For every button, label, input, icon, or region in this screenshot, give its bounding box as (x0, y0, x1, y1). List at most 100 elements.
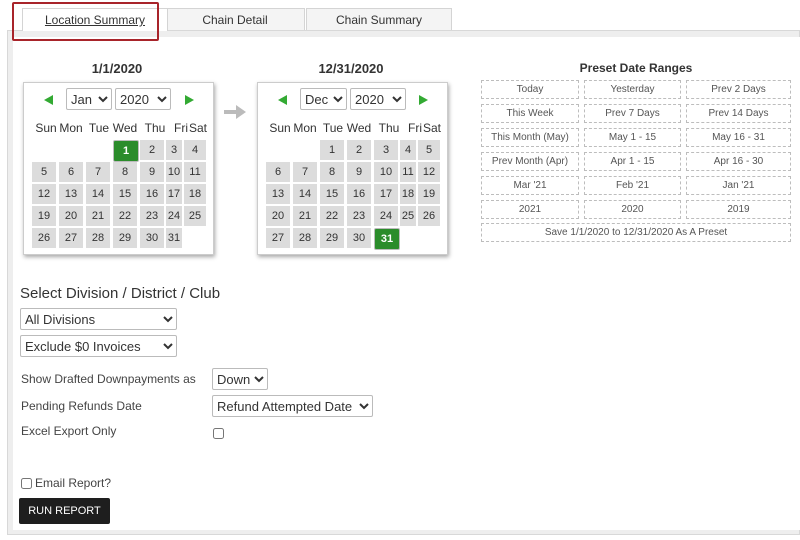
preset-button[interactable]: Mar '21 (481, 176, 579, 195)
run-report-button[interactable]: RUN REPORT (19, 498, 110, 524)
calendar-day[interactable]: 17 (374, 184, 398, 204)
calendar-day[interactable]: 15 (113, 184, 137, 204)
tab-location-summary[interactable]: Location Summary (22, 8, 168, 31)
preset-button[interactable]: Today (481, 80, 579, 99)
calendar-day[interactable]: 30 (347, 228, 371, 248)
calendar-day[interactable]: 9 (347, 162, 371, 182)
refunds-date-select[interactable]: Refund Attempted Date (212, 395, 373, 417)
calendar-day[interactable]: 14 (86, 184, 110, 204)
next-month-icon[interactable] (184, 95, 194, 105)
preset-button[interactable]: Apr 1 - 15 (584, 152, 681, 171)
calendar-day[interactable]: 20 (59, 206, 83, 226)
preset-button[interactable]: Prev 7 Days (584, 104, 681, 123)
calendar-day[interactable]: 21 (293, 206, 317, 226)
calendar-day[interactable]: 2 (347, 140, 371, 160)
start-month-select[interactable]: Jan (66, 88, 112, 110)
division-select[interactable]: All Divisions (20, 308, 177, 330)
downpayments-select[interactable]: Down (212, 368, 268, 390)
calendar-day[interactable]: 30 (140, 228, 164, 248)
preset-button[interactable]: This Month (May) (481, 128, 579, 147)
calendar-day[interactable]: 18 (400, 184, 416, 204)
calendar-day[interactable]: 14 (293, 184, 317, 204)
calendar-day[interactable]: 15 (320, 184, 344, 204)
preset-button[interactable]: Feb '21 (584, 176, 681, 195)
calendar-day[interactable]: 19 (32, 206, 56, 226)
calendar-day[interactable]: 27 (59, 228, 83, 248)
preset-button[interactable]: 2019 (686, 200, 791, 219)
next-month-icon[interactable] (418, 95, 428, 105)
calendar-day[interactable]: 6 (59, 162, 83, 182)
preset-button[interactable]: May 1 - 15 (584, 128, 681, 147)
calendar-day[interactable]: 13 (59, 184, 83, 204)
calendar-day[interactable]: 16 (347, 184, 371, 204)
calendar-day[interactable]: 3 (374, 140, 398, 160)
calendar-day[interactable]: 8 (320, 162, 344, 182)
calendar-day[interactable]: 1 (320, 140, 344, 160)
end-year-select[interactable]: 2020 (350, 88, 406, 110)
calendar-day[interactable]: 4 (400, 140, 416, 160)
calendar-day[interactable]: 20 (266, 206, 290, 226)
calendar-day[interactable]: 1 (113, 140, 139, 162)
calendar-day[interactable]: 23 (347, 206, 371, 226)
calendar-day[interactable]: 10 (166, 162, 182, 182)
preset-button[interactable]: Jan '21 (686, 176, 791, 195)
calendar-day[interactable]: 31 (166, 228, 182, 248)
preset-button[interactable]: Prev 14 Days (686, 104, 791, 123)
preset-button[interactable]: Prev 2 Days (686, 80, 791, 99)
prev-month-icon[interactable] (278, 95, 288, 105)
calendar-day[interactable]: 5 (32, 162, 56, 182)
calendar-day[interactable]: 28 (293, 228, 317, 248)
tab-chain-summary[interactable]: Chain Summary (306, 8, 452, 31)
calendar-day[interactable]: 12 (418, 162, 440, 182)
calendar-day[interactable]: 13 (266, 184, 290, 204)
preset-button[interactable]: 2021 (481, 200, 579, 219)
calendar-day[interactable]: 17 (166, 184, 182, 204)
calendar-day[interactable]: 26 (32, 228, 56, 248)
calendar-day[interactable]: 7 (293, 162, 317, 182)
calendar-day[interactable]: 16 (140, 184, 164, 204)
preset-button[interactable]: This Week (481, 104, 579, 123)
calendar-day[interactable]: 27 (266, 228, 290, 248)
preset-button[interactable]: Prev Month (Apr) (481, 152, 579, 171)
calendar-day[interactable]: 19 (418, 184, 440, 204)
start-year-select[interactable]: 2020 (115, 88, 171, 110)
save-preset-button[interactable]: Save 1/1/2020 to 12/31/2020 As A Preset (481, 223, 791, 242)
calendar-day[interactable]: 5 (418, 140, 440, 160)
calendar-day[interactable]: 4 (184, 140, 206, 160)
calendar-day[interactable]: 31 (374, 228, 400, 250)
preset-button[interactable]: Apr 16 - 30 (686, 152, 791, 171)
calendar-day[interactable]: 24 (166, 206, 182, 226)
calendar-day[interactable]: 26 (418, 206, 440, 226)
invoice-filter-select[interactable]: Exclude $0 Invoices (20, 335, 177, 357)
calendar-day[interactable]: 8 (113, 162, 137, 182)
preset-button[interactable]: May 16 - 31 (686, 128, 791, 147)
preset-button[interactable]: Yesterday (584, 80, 681, 99)
calendar-day[interactable]: 21 (86, 206, 110, 226)
prev-month-icon[interactable] (44, 95, 54, 105)
calendar-day[interactable]: 22 (113, 206, 137, 226)
calendar-day[interactable]: 18 (184, 184, 206, 204)
preset-button[interactable]: 2020 (584, 200, 681, 219)
calendar-day[interactable]: 11 (184, 162, 206, 182)
calendar-day[interactable]: 25 (400, 206, 416, 226)
tab-chain-detail[interactable]: Chain Detail (165, 8, 305, 31)
calendar-day[interactable]: 29 (113, 228, 137, 248)
calendar-day[interactable]: 10 (374, 162, 398, 182)
calendar-day[interactable]: 25 (184, 206, 206, 226)
weekday-thu: Thu (378, 121, 400, 135)
calendar-day[interactable]: 23 (140, 206, 164, 226)
email-report-checkbox[interactable] (21, 478, 32, 489)
calendar-day[interactable]: 6 (266, 162, 290, 182)
calendar-day[interactable]: 24 (374, 206, 398, 226)
calendar-day[interactable]: 29 (320, 228, 344, 248)
excel-export-checkbox[interactable] (213, 428, 224, 439)
calendar-day[interactable]: 28 (86, 228, 110, 248)
calendar-day[interactable]: 7 (86, 162, 110, 182)
calendar-day[interactable]: 9 (140, 162, 164, 182)
calendar-day[interactable]: 3 (166, 140, 182, 160)
calendar-day[interactable]: 2 (140, 140, 164, 160)
calendar-day[interactable]: 12 (32, 184, 56, 204)
end-month-select[interactable]: Dec (300, 88, 347, 110)
calendar-day[interactable]: 11 (400, 162, 416, 182)
calendar-day[interactable]: 22 (320, 206, 344, 226)
